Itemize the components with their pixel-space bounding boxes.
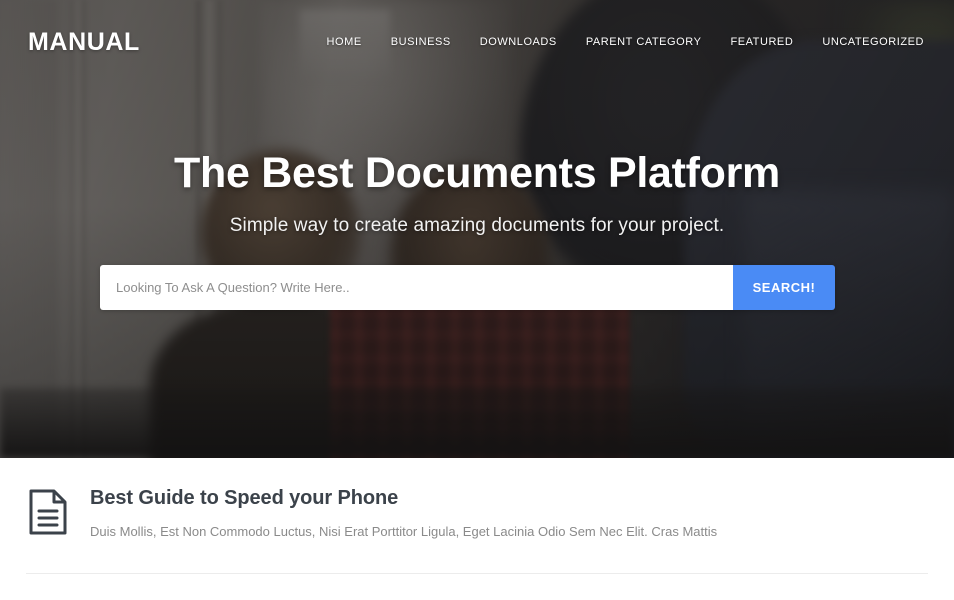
content-section: Best Guide to Speed your Phone Duis Moll…	[0, 458, 954, 600]
nav-item-downloads[interactable]: DOWNLOADS	[480, 36, 557, 48]
hero-title: The Best Documents Platform	[174, 149, 780, 197]
nav-item-home[interactable]: HOME	[327, 36, 362, 48]
nav-item-business[interactable]: BUSINESS	[391, 36, 451, 48]
post-title[interactable]: Best Guide to Speed your Phone	[90, 486, 928, 510]
post-excerpt: Duis Mollis, Est Non Commodo Luctus, Nis…	[90, 524, 718, 539]
nav-item-uncategorized[interactable]: UNCATEGORIZED	[822, 36, 924, 48]
hero-section: MANUAL HOME BUSINESS DOWNLOADS PARENT CA…	[0, 0, 954, 458]
post-body: Best Guide to Speed your Phone Duis Moll…	[90, 484, 928, 542]
nav-menu: HOME BUSINESS DOWNLOADS PARENT CATEGORY …	[327, 36, 924, 48]
hero-search-form: SEARCH!	[100, 265, 835, 310]
hero-subtitle: Simple way to create amazing documents f…	[229, 215, 725, 237]
top-navigation-bar: MANUAL HOME BUSINESS DOWNLOADS PARENT CA…	[0, 0, 954, 84]
document-icon	[26, 484, 70, 536]
nav-item-featured[interactable]: FEATURED	[730, 36, 793, 48]
search-button[interactable]: SEARCH!	[733, 265, 835, 310]
site-logo[interactable]: MANUAL	[28, 28, 140, 57]
page-root: MANUAL HOME BUSINESS DOWNLOADS PARENT CA…	[0, 0, 954, 600]
nav-item-parent-category[interactable]: PARENT CATEGORY	[586, 36, 702, 48]
hero-content: The Best Documents Platform Simple way t…	[0, 149, 954, 237]
post-list-item: Best Guide to Speed your Phone Duis Moll…	[26, 484, 928, 542]
post-divider	[26, 573, 928, 574]
search-input[interactable]	[100, 265, 733, 310]
